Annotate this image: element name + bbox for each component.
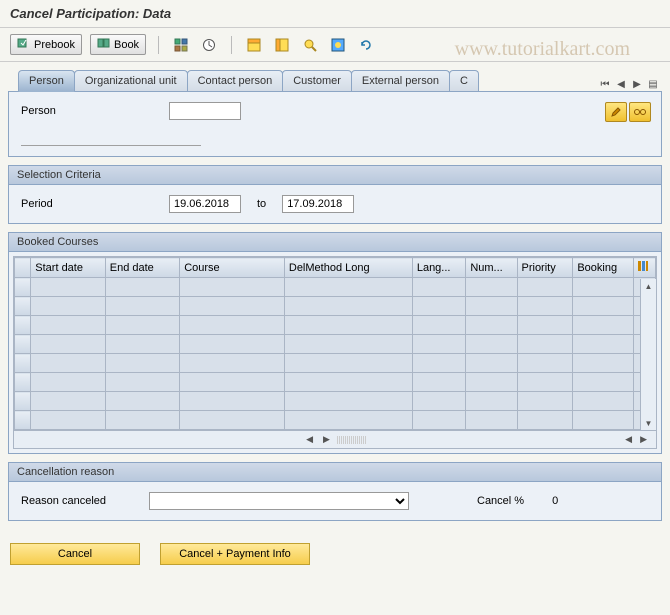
row-selector-header [15,258,31,278]
grid-icon[interactable] [171,35,191,55]
booked-courses-panel: Booked Courses Start date End date Cours… [8,232,662,454]
layout-icon[interactable] [244,35,264,55]
period-to-input[interactable] [282,195,354,213]
column-config-icon[interactable] [633,258,655,278]
table-row[interactable] [15,373,656,392]
cancel-pct-label: Cancel % [477,495,524,507]
edit-pencil-button[interactable] [605,102,627,122]
table-row[interactable] [15,278,656,297]
book-label: Book [114,39,139,51]
booked-courses-title: Booked Courses [9,233,661,252]
glasses-button[interactable] [629,102,651,122]
table-row[interactable] [15,335,656,354]
tab-strip: Person Organizational unit Contact perso… [8,70,662,91]
toolbar: Prebook Book [0,28,670,62]
period-from-input[interactable] [169,195,241,213]
search-icon[interactable] [300,35,320,55]
tab-customer[interactable]: Customer [282,70,352,91]
prebook-label: Prebook [34,39,75,51]
col-num[interactable]: Num... [466,258,517,278]
cancellation-panel: Cancellation reason Reason canceled Canc… [8,462,662,521]
table-row[interactable] [15,411,656,430]
selection-criteria-title: Selection Criteria [9,166,661,185]
tab-list-icon[interactable]: ▤ [646,77,660,91]
person-input[interactable] [169,102,241,120]
cancel-payment-info-button[interactable]: Cancel + Payment Info [160,543,310,565]
table-row[interactable] [15,297,656,316]
content-area: Person Organizational unit Contact perso… [0,62,670,537]
person-name-display [21,132,201,146]
period-label: Period [21,198,161,210]
to-label: to [257,198,266,210]
tab-org-unit[interactable]: Organizational unit [74,70,188,91]
courses-table-wrap: Start date End date Course DelMethod Lon… [13,256,657,449]
scroll-left-icon[interactable]: ◀ [303,434,316,445]
cancel-button[interactable]: Cancel [10,543,140,565]
col-lang[interactable]: Lang... [412,258,466,278]
col-course[interactable]: Course [180,258,285,278]
tab-person[interactable]: Person [18,70,75,92]
vertical-scrollbar[interactable]: ▲ ▼ [640,279,656,430]
scroll-down-icon[interactable]: ▼ [641,416,656,430]
separator [231,36,232,54]
scroll-up-icon[interactable]: ▲ [641,279,656,293]
scroll-right2-icon[interactable]: ▶ [637,434,650,445]
col-booking[interactable]: Booking [573,258,633,278]
cancel-pct-value: 0 [552,495,558,507]
title-bar: Cancel Participation: Data [0,0,670,28]
table-row[interactable] [15,354,656,373]
tab-scroll-left-icon[interactable]: ◀ [614,77,628,91]
col-end-date[interactable]: End date [105,258,179,278]
page-title: Cancel Participation: Data [10,6,660,21]
col-start-date[interactable]: Start date [31,258,105,278]
layout2-icon[interactable] [272,35,292,55]
horizontal-scrollbar[interactable]: ◀ ▶ ◀ ▶ [14,430,656,448]
tab-more[interactable]: C [449,70,479,91]
table-row[interactable] [15,316,656,335]
scroll-right-icon[interactable]: ▶ [320,434,333,445]
tab-scroll-first-icon[interactable]: ⏮ [598,77,612,91]
person-panel: Person [8,91,662,157]
selection-criteria-panel: Selection Criteria Period to [8,165,662,224]
separator [158,36,159,54]
prebook-button[interactable]: Prebook [10,34,82,55]
col-priority[interactable]: Priority [517,258,573,278]
layout3-icon[interactable] [328,35,348,55]
scroll-thumb[interactable] [337,436,367,444]
reason-canceled-select[interactable] [149,492,409,510]
book-icon [97,37,111,52]
clock-icon[interactable] [199,35,219,55]
reason-canceled-label: Reason canceled [21,495,141,507]
table-row[interactable] [15,392,656,411]
refresh-icon[interactable] [356,35,376,55]
tab-scroll-controls: ⏮ ◀ ▶ ▤ [598,77,662,91]
courses-table: Start date End date Course DelMethod Lon… [14,257,656,430]
cancellation-title: Cancellation reason [9,463,661,482]
book-button[interactable]: Book [90,34,146,55]
tab-scroll-right-icon[interactable]: ▶ [630,77,644,91]
tab-external-person[interactable]: External person [351,70,450,91]
col-delmethod[interactable]: DelMethod Long [284,258,412,278]
action-bar: Cancel Cancel + Payment Info [0,537,670,571]
prebook-icon [17,37,31,52]
scroll-left2-icon[interactable]: ◀ [622,434,635,445]
person-label: Person [21,105,161,117]
tab-contact-person[interactable]: Contact person [187,70,284,91]
